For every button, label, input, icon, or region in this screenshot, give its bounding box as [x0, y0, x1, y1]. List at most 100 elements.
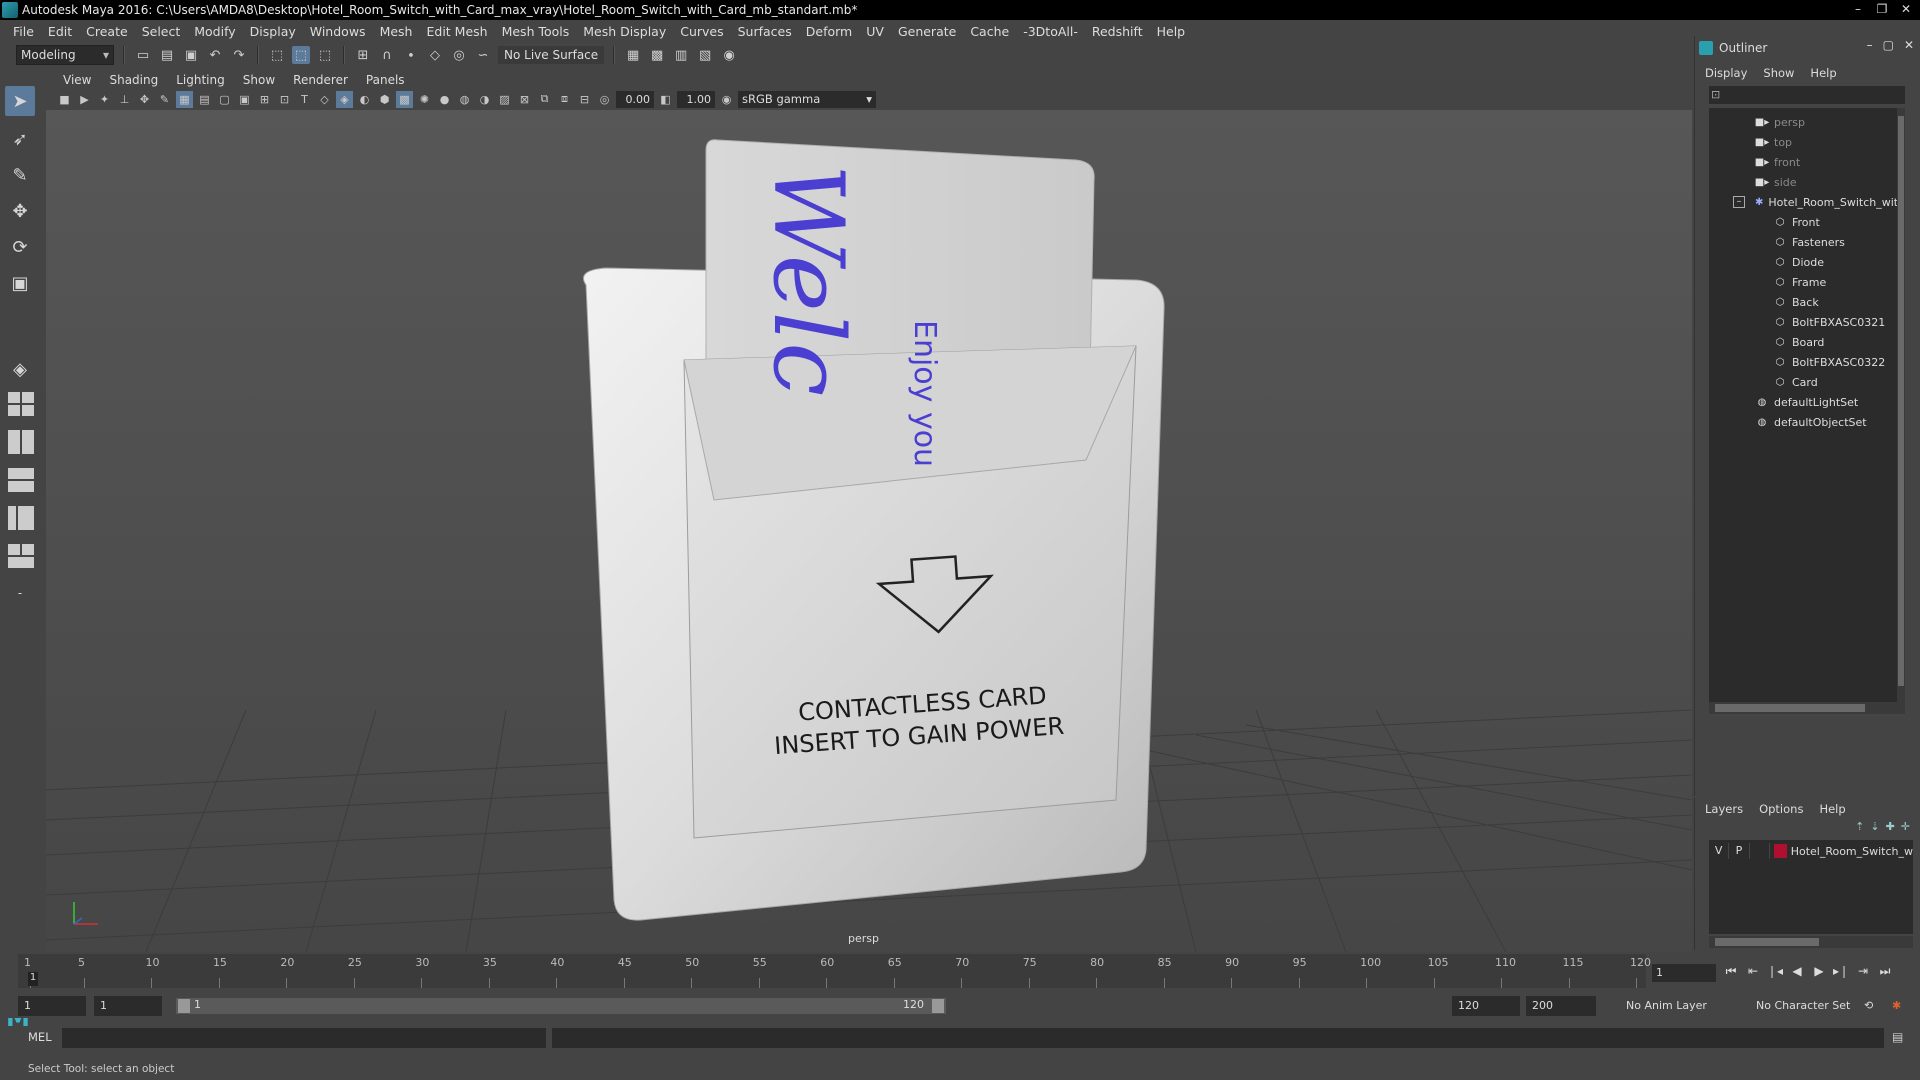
outliner-item-object-set[interactable]: ◍ defaultObjectSet: [1709, 412, 1899, 432]
gamma-icon[interactable]: ◧: [657, 91, 674, 108]
safe-title-icon[interactable]: T: [296, 91, 313, 108]
anim-layer-select[interactable]: No Anim Layer: [1626, 996, 1707, 1016]
motion-blur-icon[interactable]: ◑: [476, 91, 493, 108]
new-empty-layer-icon[interactable]: ✚: [1886, 820, 1895, 833]
redo-icon[interactable]: ↷: [230, 46, 248, 64]
menu-edit[interactable]: Edit: [41, 24, 79, 39]
select-object-icon[interactable]: ⬚: [292, 46, 310, 64]
smooth-shade-icon[interactable]: ◈: [336, 90, 353, 108]
menu-curves[interactable]: Curves: [673, 24, 730, 39]
bookmark-icon[interactable]: ✦: [96, 91, 113, 108]
script-editor-icon[interactable]: ▤: [1892, 1030, 1903, 1044]
minimize-button[interactable]: –: [1848, 1, 1868, 17]
new-layer-from-selection-icon[interactable]: ✛: [1901, 820, 1910, 833]
render-frame-icon[interactable]: ▩: [648, 46, 666, 64]
default-lighting-icon[interactable]: ◐: [356, 91, 373, 108]
outliner-item-bolt-2[interactable]: ⬡ BoltFBXASC0322: [1709, 352, 1899, 372]
outliner-item-diode[interactable]: ⬡ Diode: [1709, 252, 1899, 272]
menu-generate[interactable]: Generate: [891, 24, 963, 39]
exposure-icon[interactable]: ◎: [596, 91, 613, 108]
view-transform-select[interactable]: sRGB gamma: [738, 90, 876, 108]
lasso-tool-icon[interactable]: ➶: [5, 124, 35, 154]
menu-3dtoall[interactable]: -3DtoAll-: [1016, 24, 1085, 39]
character-set-select[interactable]: No Character Set: [1756, 996, 1850, 1016]
range-slider[interactable]: 1 120: [176, 998, 946, 1014]
go-to-start-icon[interactable]: ⏮: [1722, 962, 1740, 980]
persp-graph-layout-icon[interactable]: [8, 506, 36, 532]
layer-row[interactable]: V P Hotel_Room_Switch_w: [1709, 842, 1913, 860]
anti-aliasing-icon[interactable]: ▨: [496, 91, 513, 108]
outliner-item-front[interactable]: ■▸ front: [1709, 152, 1899, 172]
layer-display-type[interactable]: [1750, 843, 1770, 859]
time-slider[interactable]: 1 5 10 15 20 25 30 35 40 45 50 55 60 65 70 75 80 85 90 95 10…: [18, 954, 1651, 988]
render-view-icon[interactable]: ▧: [696, 46, 714, 64]
single-view-layout-icon[interactable]: ◈: [5, 354, 35, 384]
command-input[interactable]: [62, 1028, 546, 1048]
gate-mask-icon[interactable]: ▣: [236, 91, 253, 108]
undo-icon[interactable]: ↶: [206, 46, 224, 64]
ambient-occlusion-icon[interactable]: ◍: [456, 91, 473, 108]
select-hierarchy-icon[interactable]: ⬚: [268, 46, 286, 64]
xray-components-icon[interactable]: ⊟: [576, 91, 593, 108]
isolate-select-icon[interactable]: ⊠: [516, 91, 533, 108]
four-view-layout-icon[interactable]: [8, 392, 36, 418]
gamma-field[interactable]: 1.00: [677, 90, 715, 108]
menu-windows[interactable]: Windows: [303, 24, 373, 39]
outliner-vertical-scrollbar[interactable]: [1897, 108, 1905, 702]
menu-cache[interactable]: Cache: [963, 24, 1016, 39]
outliner-item-board[interactable]: ⬡ Board: [1709, 332, 1899, 352]
outliner-item-card[interactable]: ⬡ Card: [1709, 372, 1899, 392]
hypershade-icon[interactable]: ◉: [720, 46, 738, 64]
film-gate-icon[interactable]: ▤: [196, 91, 213, 108]
step-back-key-icon[interactable]: ⇤: [1744, 962, 1762, 980]
outliner-item-top[interactable]: ■▸ top: [1709, 132, 1899, 152]
outliner-item-frame[interactable]: ⬡ Frame: [1709, 272, 1899, 292]
step-forward-key-icon[interactable]: ⇥: [1854, 962, 1872, 980]
outliner-menu-show[interactable]: Show: [1757, 66, 1800, 80]
panel-menu-renderer[interactable]: Renderer: [284, 73, 357, 87]
exposure-field[interactable]: 0.00: [616, 90, 654, 108]
current-frame-marker[interactable]: 1: [28, 972, 38, 986]
resolution-gate-icon[interactable]: ▢: [216, 91, 233, 108]
live-surface-field[interactable]: No Live Surface: [498, 46, 605, 64]
outliner-minimize-button[interactable]: –: [1867, 38, 1873, 52]
play-forward-icon[interactable]: ▶: [1810, 962, 1828, 980]
side-by-side-layout-icon[interactable]: [8, 430, 36, 456]
range-end-handle[interactable]: [932, 999, 944, 1013]
ipr-render-icon[interactable]: ▥: [672, 46, 690, 64]
menu-edit-mesh[interactable]: Edit Mesh: [419, 24, 494, 39]
layers-menu-help[interactable]: Help: [1813, 802, 1851, 816]
menu-mesh[interactable]: Mesh: [373, 24, 420, 39]
2d-pan-zoom-icon[interactable]: ✥: [136, 91, 153, 108]
layers-menu-layers[interactable]: Layers: [1699, 802, 1749, 816]
move-tool-icon[interactable]: ✥: [5, 196, 35, 226]
menuset-select[interactable]: Modeling: [16, 45, 114, 65]
outliner-item-back[interactable]: ⬡ Back: [1709, 292, 1899, 312]
playback-start-field[interactable]: 1: [94, 996, 162, 1016]
outliner-maximize-button[interactable]: ▢: [1883, 38, 1894, 52]
xray-icon[interactable]: ⧉: [536, 91, 553, 108]
outliner-search-input[interactable]: ⊡: [1709, 86, 1905, 104]
outliner-item-fasteners[interactable]: ⬡ Fasteners: [1709, 232, 1899, 252]
rotate-tool-icon[interactable]: ⟳: [5, 232, 35, 262]
snap-view-plane-icon[interactable]: ◇: [426, 46, 444, 64]
open-scene-icon[interactable]: ▤: [158, 46, 176, 64]
panel-menu-show[interactable]: Show: [234, 73, 284, 87]
select-component-icon[interactable]: ⬚: [316, 46, 334, 64]
render-settings-icon[interactable]: ▦: [624, 46, 642, 64]
make-live-icon[interactable]: ◎: [450, 46, 468, 64]
animation-start-field[interactable]: 1: [18, 996, 86, 1016]
panel-menu-lighting[interactable]: Lighting: [167, 73, 234, 87]
menu-deform[interactable]: Deform: [799, 24, 859, 39]
outliner-close-button[interactable]: ✕: [1904, 38, 1914, 52]
layers-menu-options[interactable]: Options: [1753, 802, 1809, 816]
step-back-frame-icon[interactable]: ❘◂: [1766, 962, 1784, 980]
grid-icon[interactable]: ▦: [176, 90, 193, 108]
animation-end-field[interactable]: 200: [1526, 996, 1596, 1016]
paint-select-tool-icon[interactable]: ✎: [5, 160, 35, 190]
menu-select[interactable]: Select: [135, 24, 188, 39]
snap-surface-icon[interactable]: ∽: [474, 46, 492, 64]
snap-curve-icon[interactable]: ∩: [378, 46, 396, 64]
save-scene-icon[interactable]: ▣: [182, 46, 200, 64]
layers-horizontal-scrollbar[interactable]: [1709, 936, 1913, 948]
